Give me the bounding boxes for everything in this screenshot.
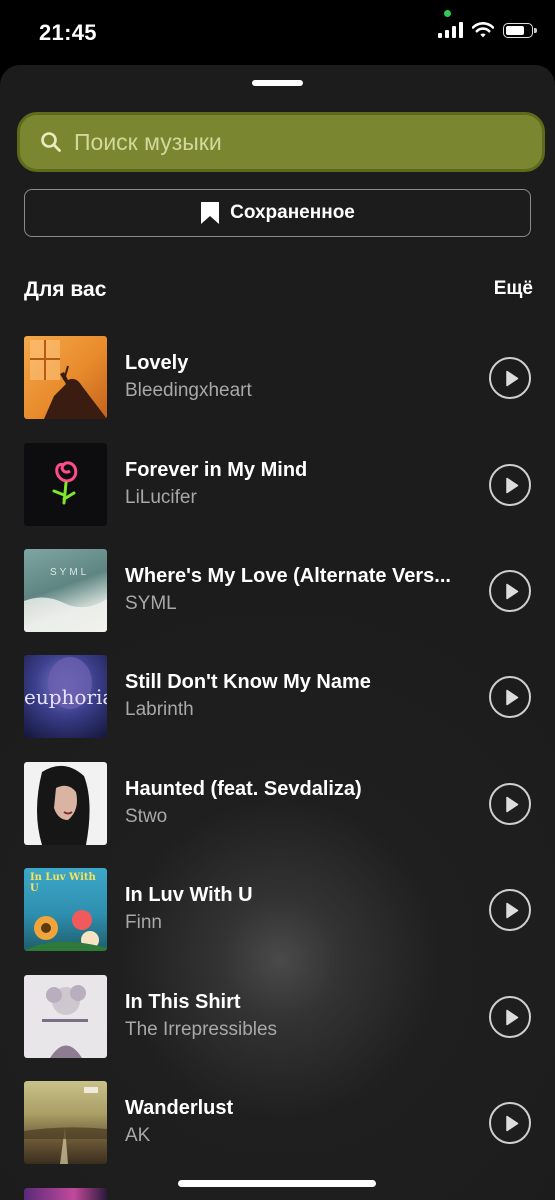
track-row[interactable]: Haunted (feat. Sevdaliza) Stwo <box>24 762 536 846</box>
saved-button-label: Сохраненное <box>230 202 355 223</box>
play-button[interactable] <box>489 889 531 931</box>
battery-icon <box>503 22 537 38</box>
track-artist: LiLucifer <box>125 487 197 508</box>
bookmark-icon <box>201 202 220 224</box>
play-button[interactable] <box>489 783 531 825</box>
album-cover: SYML <box>24 549 107 632</box>
album-cover: euphoria <box>24 655 107 738</box>
track-title: Forever in My Mind <box>125 459 308 481</box>
track-title: Haunted (feat. Sevdaliza) <box>125 778 362 800</box>
album-cover <box>24 443 107 526</box>
play-button[interactable] <box>489 1102 531 1144</box>
album-cover: In Luv With U <box>24 868 107 951</box>
track-row[interactable]: SYML Where's My Love (Alternate Vers... … <box>24 549 536 633</box>
play-icon <box>506 477 519 494</box>
status-icons <box>438 22 537 38</box>
saved-button[interactable]: Сохраненное <box>24 189 531 237</box>
wifi-icon <box>472 22 494 38</box>
music-sheet: Поиск музыки Сохраненное Для вас Ещё Lov… <box>0 65 555 1200</box>
track-title: Where's My Love (Alternate Vers... <box>125 565 451 587</box>
play-button[interactable] <box>489 357 531 399</box>
sheet-grabber[interactable] <box>252 80 303 86</box>
track-row[interactable]: In Luv With U In Luv With U Finn <box>24 868 536 952</box>
album-cover <box>24 762 107 845</box>
play-button[interactable] <box>489 570 531 612</box>
track-row[interactable]: Forever in My Mind LiLucifer <box>24 443 536 527</box>
track-artist: Labrinth <box>125 699 194 720</box>
search-placeholder: Поиск музыки <box>74 128 222 155</box>
track-title: Still Don't Know My Name <box>125 671 371 693</box>
track-row[interactable]: Wanderlust AK <box>24 1081 536 1165</box>
play-icon <box>506 902 519 919</box>
track-artist: Stwo <box>125 806 168 827</box>
play-icon <box>506 689 519 706</box>
track-title: Wanderlust <box>125 1097 234 1119</box>
home-indicator <box>178 1180 376 1187</box>
play-icon <box>506 796 519 813</box>
status-bar: 21:45 <box>0 0 555 64</box>
section-title: Для вас <box>24 278 107 301</box>
privacy-indicator-dot <box>444 10 451 17</box>
album-cover <box>24 1081 107 1164</box>
search-icon <box>41 132 61 152</box>
album-cover <box>24 975 107 1058</box>
track-row[interactable]: In This Shirt The Irrepressibles <box>24 975 536 1059</box>
track-row[interactable]: Lovely Bleedingxheart <box>24 336 536 420</box>
status-time: 21:45 <box>39 20 97 45</box>
search-input[interactable]: Поиск музыки <box>17 112 545 172</box>
track-row[interactable]: euphoria Still Don't Know My Name Labrin… <box>24 655 536 739</box>
track-artist: Bleedingxheart <box>125 380 252 401</box>
cover-text: euphoria <box>24 685 107 709</box>
track-title: Lovely <box>125 352 189 374</box>
play-button[interactable] <box>489 464 531 506</box>
play-button[interactable] <box>489 996 531 1038</box>
track-artist: SYML <box>125 593 177 614</box>
cellular-signal-icon <box>438 22 463 38</box>
play-icon <box>506 583 519 600</box>
track-title: In Luv With U <box>125 884 253 906</box>
album-cover <box>24 336 107 419</box>
track-artist: Finn <box>125 912 162 933</box>
play-icon <box>506 1009 519 1026</box>
play-icon <box>506 370 519 387</box>
play-icon <box>506 1115 519 1132</box>
track-artist: The Irrepressibles <box>125 1019 278 1040</box>
more-link[interactable]: Ещё <box>494 278 533 300</box>
album-cover-partial <box>24 1188 107 1200</box>
track-title: In This Shirt <box>125 991 241 1013</box>
track-artist: AK <box>125 1125 151 1146</box>
play-button[interactable] <box>489 676 531 718</box>
